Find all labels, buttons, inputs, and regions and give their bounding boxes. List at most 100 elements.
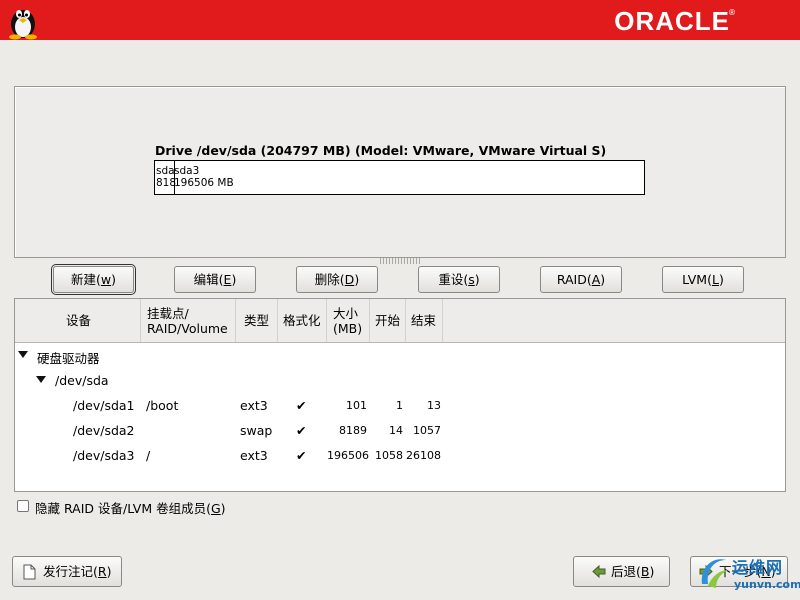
partition-segment-sda2[interactable]: sda 818 bbox=[156, 161, 176, 194]
checkbox-label-text: 隐藏 RAID 设备/LVM 卷组成员( bbox=[35, 501, 211, 516]
button-label: 编辑( bbox=[193, 272, 224, 287]
oracle-logo: ORACLE bbox=[614, 6, 730, 36]
header-label: 挂载点/ bbox=[147, 306, 189, 321]
release-notes-button[interactable]: 发行注记(R) bbox=[12, 556, 122, 587]
mnemonic: L bbox=[711, 272, 719, 287]
partition-segment-sda3[interactable]: sda3 196506 MB bbox=[174, 161, 634, 194]
pane-resize-grip[interactable] bbox=[380, 258, 420, 264]
column-header-size[interactable]: 大小 (MB) bbox=[327, 299, 370, 342]
expander-triangle-icon[interactable] bbox=[18, 351, 28, 358]
button-label: LVM( bbox=[682, 272, 712, 287]
mnemonic: w bbox=[100, 272, 112, 287]
column-header-mount[interactable]: 挂载点/ RAID/Volume bbox=[141, 299, 236, 342]
cell-size: 101 bbox=[346, 399, 367, 412]
tree-row-hard-drives[interactable]: 硬盘驱动器 bbox=[15, 343, 785, 368]
button-label-close: ) bbox=[718, 272, 724, 287]
cell-start: 1 bbox=[396, 399, 403, 412]
cell-device: /dev/sda3 bbox=[73, 448, 135, 463]
disk-label: /dev/sda bbox=[55, 373, 109, 388]
tree-row-disk[interactable]: /dev/sda bbox=[15, 368, 785, 393]
cell-start: 14 bbox=[389, 424, 403, 437]
column-header-device[interactable]: 设备 bbox=[15, 299, 141, 342]
button-label: 新建( bbox=[70, 272, 101, 287]
lvm-button[interactable]: LVM(L) bbox=[662, 266, 744, 293]
table-row[interactable]: /dev/sda1 /boot ext3 ✔ 101 1 13 bbox=[15, 393, 785, 418]
column-header-type[interactable]: 类型 bbox=[236, 299, 278, 342]
expander-triangle-icon[interactable] bbox=[36, 376, 46, 383]
checkbox-label-close: ) bbox=[220, 501, 226, 516]
column-header-end[interactable]: 结束 bbox=[406, 299, 443, 342]
button-label: 发行注记( bbox=[43, 564, 98, 579]
segment-size: 196506 MB bbox=[174, 177, 234, 189]
watermark: 运维网 yunvn.com bbox=[698, 552, 800, 600]
format-check-icon: ✔ bbox=[296, 398, 307, 413]
format-check-icon: ✔ bbox=[296, 448, 307, 463]
watermark-title: 运维网 bbox=[732, 558, 784, 577]
header-label: 结束 bbox=[411, 313, 437, 328]
edit-button[interactable]: 编辑(E) bbox=[174, 266, 256, 293]
cell-mount: /boot bbox=[146, 398, 179, 413]
button-label-close: ) bbox=[600, 272, 606, 287]
cell-end: 1057 bbox=[413, 424, 441, 437]
column-header-start[interactable]: 开始 bbox=[370, 299, 406, 342]
header-label: RAID/Volume bbox=[147, 321, 228, 336]
cell-end: 13 bbox=[427, 399, 441, 412]
header-label: 类型 bbox=[244, 313, 270, 328]
cell-device: /dev/sda2 bbox=[73, 423, 135, 438]
button-label-close: ) bbox=[111, 272, 116, 287]
tree-group-label: 硬盘驱动器 bbox=[37, 351, 100, 366]
drive-partition-bar[interactable]: sda 818 sda3 196506 MB bbox=[154, 160, 645, 195]
cell-type: ext3 bbox=[240, 398, 268, 413]
document-icon bbox=[23, 564, 36, 580]
partition-table[interactable]: 设备 挂载点/ RAID/Volume 类型 格式化 大小 (MB) 开始 结束… bbox=[14, 298, 786, 492]
new-button[interactable]: 新建(w) bbox=[53, 266, 134, 293]
delete-button[interactable]: 删除(D) bbox=[296, 266, 378, 293]
table-row[interactable]: /dev/sda3 / ext3 ✔ 196506 1058 26108 bbox=[15, 443, 785, 468]
button-label: 重设( bbox=[438, 272, 469, 287]
back-button[interactable]: 后退(B) bbox=[573, 556, 670, 587]
button-label-close: ) bbox=[231, 272, 237, 287]
cell-type: swap bbox=[240, 423, 273, 438]
cell-end: 26108 bbox=[406, 449, 441, 462]
button-label-close: ) bbox=[649, 564, 655, 579]
format-check-icon: ✔ bbox=[296, 423, 307, 438]
header-label: 开始 bbox=[375, 313, 401, 328]
tux-penguin-icon bbox=[9, 10, 37, 40]
hide-members-label[interactable]: 隐藏 RAID 设备/LVM 卷组成员(G) bbox=[35, 498, 226, 517]
reset-button[interactable]: 重设(s) bbox=[418, 266, 500, 293]
button-label: 删除( bbox=[314, 272, 345, 287]
cell-start: 1058 bbox=[375, 449, 403, 462]
cell-type: ext3 bbox=[240, 448, 268, 463]
header-label: 设备 bbox=[66, 313, 92, 328]
watermark-logo-icon bbox=[701, 559, 728, 588]
cell-device: /dev/sda1 bbox=[73, 398, 135, 413]
registered-mark: ® bbox=[728, 8, 736, 17]
table-header: 设备 挂载点/ RAID/Volume 类型 格式化 大小 (MB) 开始 结束 bbox=[15, 299, 785, 343]
hide-members-checkbox[interactable] bbox=[17, 500, 29, 512]
header-label: 大小 bbox=[333, 306, 359, 321]
header-label: (MB) bbox=[333, 321, 363, 336]
segment-name: sda3 bbox=[174, 165, 200, 177]
raid-button[interactable]: RAID(A) bbox=[540, 266, 622, 293]
button-label-close: ) bbox=[474, 272, 480, 287]
table-row[interactable]: /dev/sda2 swap ✔ 8189 14 1057 bbox=[15, 418, 785, 443]
cell-size: 8189 bbox=[339, 424, 367, 437]
drive-title: Drive /dev/sda (204797 MB) (Model: VMwar… bbox=[155, 143, 607, 158]
cell-mount: / bbox=[146, 448, 151, 463]
top-banner: ORACLE ® bbox=[0, 0, 800, 40]
arrow-left-icon bbox=[592, 565, 606, 578]
watermark-url: yunvn.com bbox=[734, 578, 800, 591]
button-label-close: ) bbox=[106, 564, 112, 579]
button-label: 后退( bbox=[611, 564, 641, 579]
mnemonic: D bbox=[344, 272, 355, 287]
cell-size: 196506 bbox=[327, 449, 369, 462]
header-label: 格式化 bbox=[283, 313, 321, 328]
button-label-close: ) bbox=[354, 272, 360, 287]
button-label: RAID( bbox=[556, 272, 592, 287]
mnemonic: A bbox=[591, 272, 601, 287]
segment-name: sda bbox=[156, 165, 175, 177]
mnemonic: R bbox=[97, 564, 107, 579]
drive-graphic-panel: Drive /dev/sda (204797 MB) (Model: VMwar… bbox=[14, 86, 786, 258]
column-header-format[interactable]: 格式化 bbox=[278, 299, 327, 342]
mnemonic: G bbox=[210, 501, 221, 516]
